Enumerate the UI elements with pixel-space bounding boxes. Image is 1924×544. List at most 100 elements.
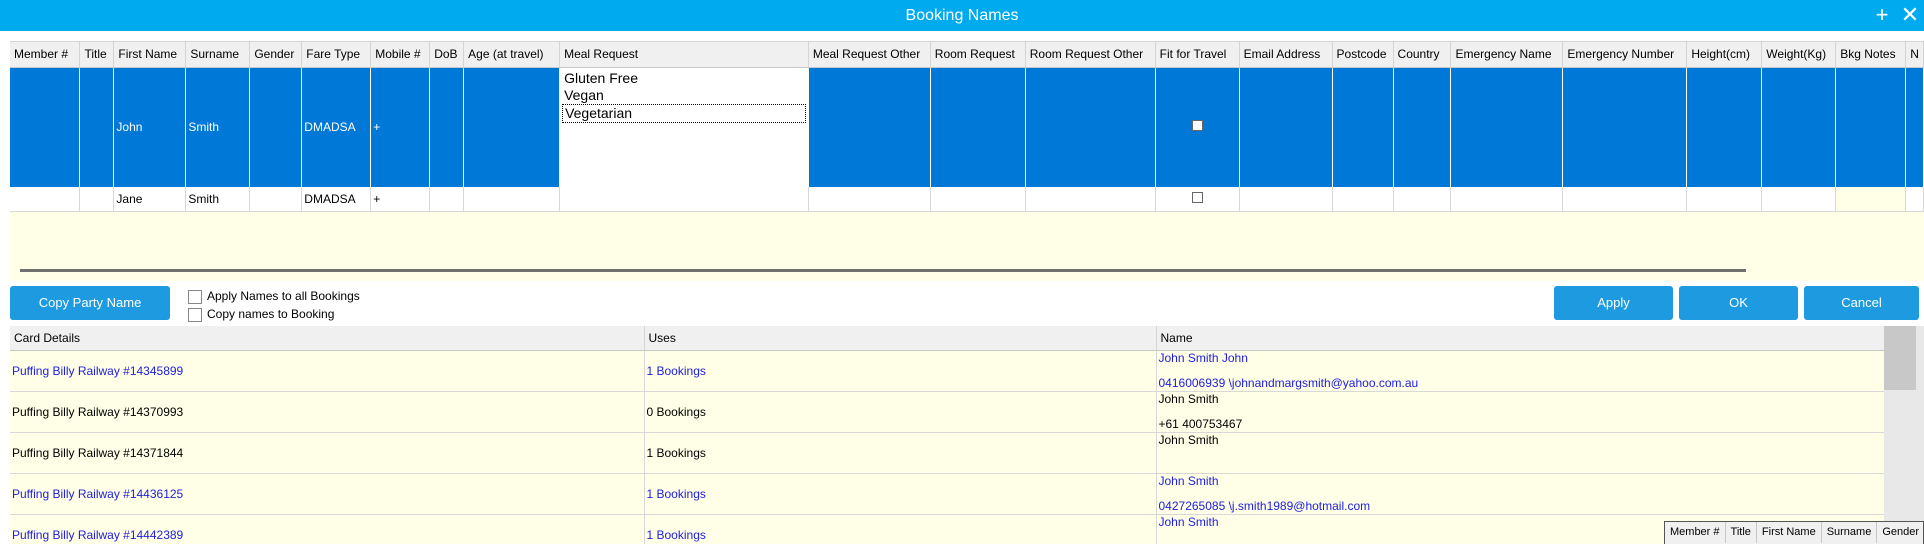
copy-names-to-booking-checkbox[interactable]: [188, 307, 202, 322]
col-header-weight[interactable]: Weight(Kg): [1761, 42, 1837, 68]
cell-email[interactable]: [1239, 67, 1333, 187]
col-header-fare-type[interactable]: Fare Type: [301, 42, 372, 68]
cell-emergency-name[interactable]: [1450, 187, 1564, 212]
fit-for-travel-checkbox[interactable]: [1191, 120, 1203, 132]
cell-uses[interactable]: 1 Bookings: [644, 473, 1157, 515]
cell-room-request-other[interactable]: [1025, 67, 1156, 187]
meal-option-vegetarian[interactable]: Vegetarian: [562, 103, 806, 123]
cell-mobile[interactable]: +: [370, 67, 431, 187]
cell-postcode[interactable]: [1332, 67, 1394, 187]
col-header-email[interactable]: Email Address: [1239, 42, 1333, 68]
cell-age[interactable]: [463, 67, 561, 187]
cell-overflow[interactable]: [1905, 67, 1924, 187]
horizontal-scrollbar[interactable]: [20, 269, 1746, 272]
popup-col-gender[interactable]: Gender: [1877, 522, 1923, 543]
cell-uses[interactable]: 0 Bookings: [644, 391, 1157, 433]
cell-uses[interactable]: 1 Bookings: [644, 432, 1157, 474]
col-header-meal-request[interactable]: Meal Request: [559, 42, 809, 68]
cell-room-request[interactable]: [930, 187, 1026, 212]
cell-bkg-notes[interactable]: [1835, 67, 1907, 187]
cell-postcode[interactable]: [1332, 187, 1394, 212]
cell-uses[interactable]: 1 Bookings: [644, 514, 1157, 544]
copy-names-to-booking-option[interactable]: Copy names to Booking: [188, 306, 334, 322]
cell-email[interactable]: [1239, 187, 1333, 212]
cell-card-details[interactable]: Puffing Billy Railway #14345899: [10, 350, 645, 392]
apply-names-all-bookings-option[interactable]: Apply Names to all Bookings: [188, 288, 360, 304]
cell-gender[interactable]: [249, 67, 303, 187]
ok-button[interactable]: OK: [1679, 286, 1798, 320]
table-row[interactable]: Puffing Billy Railway #14370993 0 Bookin…: [10, 391, 1884, 433]
cell-gender[interactable]: [249, 187, 303, 212]
vertical-scrollbar[interactable]: [1884, 326, 1924, 544]
col-header-overflow[interactable]: N: [1905, 42, 1924, 68]
col-header-emergency-name[interactable]: Emergency Name: [1450, 42, 1564, 68]
cell-fit-for-travel[interactable]: [1155, 67, 1240, 187]
cell-member[interactable]: [10, 67, 81, 187]
cell-dob[interactable]: [429, 187, 465, 212]
cell-surname[interactable]: Smith: [185, 187, 251, 212]
table-row[interactable]: Puffing Billy Railway #14345899 1 Bookin…: [10, 350, 1884, 392]
col-header-bkg-notes[interactable]: Bkg Notes: [1835, 42, 1907, 68]
col-header-postcode[interactable]: Postcode: [1332, 42, 1394, 68]
cell-meal-request[interactable]: [559, 187, 809, 212]
cell-age[interactable]: [463, 187, 561, 212]
close-icon[interactable]: ✕: [1897, 0, 1923, 31]
cell-overflow[interactable]: [1905, 187, 1924, 212]
popup-col-member[interactable]: Member #: [1665, 522, 1726, 543]
cell-bkg-notes[interactable]: [1835, 187, 1907, 212]
meal-option-vegan[interactable]: Vegan: [562, 87, 806, 104]
cell-member[interactable]: [10, 187, 81, 212]
cell-fare-type[interactable]: DMADSA: [301, 187, 372, 212]
cell-room-request-other[interactable]: [1025, 187, 1156, 212]
col-header-meal-request-other[interactable]: Meal Request Other: [808, 42, 931, 68]
col-header-dob[interactable]: DoB: [429, 42, 465, 68]
col-header-member[interactable]: Member #: [10, 42, 81, 68]
cell-height[interactable]: [1686, 67, 1763, 187]
copy-party-name-button[interactable]: Copy Party Name: [10, 286, 170, 320]
cell-emergency-number[interactable]: [1562, 187, 1688, 212]
cell-room-request[interactable]: [930, 67, 1026, 187]
col-header-age[interactable]: Age (at travel): [463, 42, 561, 68]
col-header-fit-for-travel[interactable]: Fit for Travel: [1155, 42, 1240, 68]
cell-name[interactable]: John Smith John 0416006939 \johnandmargs…: [1156, 350, 1884, 392]
col-header-height[interactable]: Height(cm): [1686, 42, 1763, 68]
cell-weight[interactable]: [1761, 187, 1837, 212]
cell-emergency-number[interactable]: [1562, 67, 1688, 187]
cell-first-name[interactable]: John: [113, 67, 187, 187]
popup-col-first-name[interactable]: First Name: [1757, 522, 1822, 543]
table-row[interactable]: Jane Smith DMADSA +: [10, 187, 1924, 212]
cancel-button[interactable]: Cancel: [1804, 286, 1919, 320]
table-row[interactable]: Puffing Billy Railway #14371844 1 Bookin…: [10, 432, 1884, 474]
cell-weight[interactable]: [1761, 67, 1837, 187]
cell-country[interactable]: [1393, 67, 1452, 187]
popup-col-surname[interactable]: Surname: [1822, 522, 1878, 543]
cell-meal-request[interactable]: Gluten Free Vegan Vegetarian: [559, 67, 809, 187]
fit-for-travel-checkbox[interactable]: [1191, 191, 1203, 203]
cell-title[interactable]: [79, 67, 115, 187]
col-header-title[interactable]: Title: [79, 42, 115, 68]
cell-height[interactable]: [1686, 187, 1763, 212]
col-header-uses[interactable]: Uses: [644, 326, 1157, 351]
cell-card-details[interactable]: Puffing Billy Railway #14371844: [10, 432, 645, 474]
cell-mobile[interactable]: +: [370, 187, 431, 212]
cell-fare-type[interactable]: DMADSA: [301, 67, 372, 187]
col-header-room-request-other[interactable]: Room Request Other: [1025, 42, 1156, 68]
col-header-room-request[interactable]: Room Request: [930, 42, 1026, 68]
cell-first-name[interactable]: Jane: [113, 187, 187, 212]
cell-card-details[interactable]: Puffing Billy Railway #14442389: [10, 514, 645, 544]
col-header-emergency-number[interactable]: Emergency Number: [1562, 42, 1688, 68]
popup-col-title[interactable]: Title: [1726, 522, 1757, 543]
table-row[interactable]: Puffing Billy Railway #14436125 1 Bookin…: [10, 473, 1884, 515]
table-row[interactable]: John Smith DMADSA + Gluten Free Vegan Ve…: [10, 67, 1924, 187]
cell-emergency-name[interactable]: [1450, 67, 1564, 187]
plus-icon[interactable]: +: [1869, 0, 1895, 31]
cell-meal-request-other[interactable]: [808, 187, 931, 212]
col-header-name[interactable]: Name: [1156, 326, 1884, 351]
cell-uses[interactable]: 1 Bookings: [644, 350, 1157, 392]
col-header-country[interactable]: Country: [1393, 42, 1452, 68]
scrollbar-thumb[interactable]: [1884, 326, 1916, 390]
col-header-mobile[interactable]: Mobile #: [370, 42, 431, 68]
cell-name[interactable]: John Smith: [1156, 432, 1884, 474]
meal-request-listbox[interactable]: Gluten Free Vegan Vegetarian: [560, 67, 808, 187]
col-header-surname[interactable]: Surname: [185, 42, 251, 68]
